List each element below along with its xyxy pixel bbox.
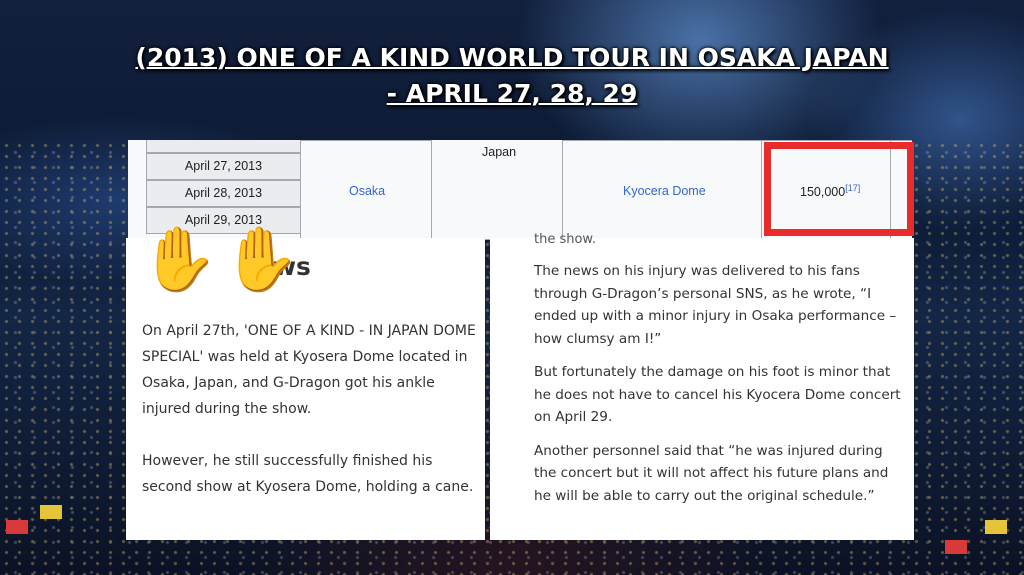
title-line-2: - APRIL 27, 28, 29 <box>386 79 638 108</box>
red-fan-light <box>945 540 967 554</box>
article-paragraph: However, he still successfully finished … <box>142 453 474 495</box>
article-right: the show. The news on his injury was del… <box>490 232 914 540</box>
page-title: (2013) ONE OF A KIND WORLD TOUR IN OSAKA… <box>0 40 1024 112</box>
date-cell: April 27, 2013 <box>146 153 301 180</box>
yellow-fan-light <box>985 520 1007 534</box>
raised-hand-icon: ✋ <box>140 222 218 295</box>
city-cell: Osaka <box>300 140 432 240</box>
cut-off-text: the show. <box>534 232 597 247</box>
date-cell: April 28, 2013 <box>146 180 301 207</box>
article-paragraph: On April 27th, 'ONE OF A KIND - IN JAPAN… <box>142 323 476 417</box>
venue-cell: Kyocera Dome <box>562 140 762 240</box>
country-label: Japan <box>482 145 517 159</box>
article-paragraph: Another personnel said that “he was inju… <box>534 442 889 504</box>
country-cell: Japan <box>431 140 563 240</box>
red-fan-light <box>6 520 28 534</box>
venue-link[interactable]: Kyocera Dome <box>623 184 706 198</box>
article-paragraph: The news on his injury was delivered to … <box>534 263 897 347</box>
highlight-box <box>764 142 914 236</box>
article-right-body: The news on his injury was delivered to … <box>534 260 906 507</box>
article-paragraph: But fortunately the damage on his foot i… <box>534 364 901 425</box>
title-line-1: (2013) ONE OF A KIND WORLD TOUR IN OSAKA… <box>135 43 889 72</box>
date-cell-cut <box>146 140 301 153</box>
article-left-body: On April 27th, 'ONE OF A KIND - IN JAPAN… <box>142 318 478 500</box>
raised-hand-icon: ✋ <box>222 222 300 295</box>
city-link[interactable]: Osaka <box>349 184 385 198</box>
yellow-fan-light <box>40 505 62 519</box>
